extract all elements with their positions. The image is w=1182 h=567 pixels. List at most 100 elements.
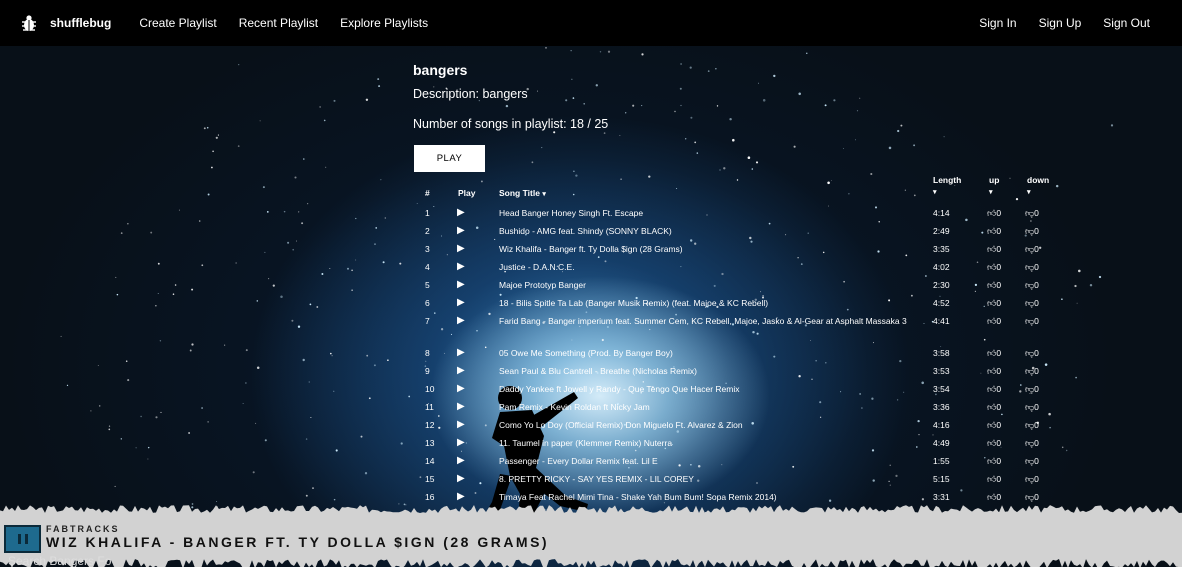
song-title: 18 - Bilis Spitle Ta Lab (Banger Musik R…: [499, 298, 769, 308]
play-playlist-button[interactable]: PLAY: [414, 145, 485, 172]
play-icon[interactable]: ▶: [457, 279, 465, 290]
header-play: Play: [458, 188, 476, 198]
play-icon[interactable]: ▶: [457, 297, 465, 308]
nav-links: Create Playlist Recent Playlist Explore …: [117, 16, 428, 30]
downvote-button[interactable]: 👎︎0: [1025, 298, 1039, 309]
downvote-button[interactable]: 👎︎0: [1025, 226, 1039, 237]
play-icon[interactable]: ▶: [457, 225, 465, 236]
upvote-button[interactable]: 👍︎0: [987, 244, 1001, 255]
downvote-button[interactable]: 👎︎0: [1025, 456, 1039, 467]
play-icon[interactable]: ▶: [457, 491, 465, 502]
upvote-count: 0: [996, 402, 1002, 412]
upvote-button[interactable]: 👍︎0: [987, 492, 1001, 503]
play-icon[interactable]: ▶: [457, 207, 465, 218]
brand[interactable]: shufflebug: [20, 14, 111, 32]
upvote-button[interactable]: 👍︎0: [987, 420, 1001, 431]
song-number: 5: [425, 280, 430, 290]
header-up[interactable]: up ▾: [989, 175, 999, 196]
song-title: Pam Remix - Kevin Roldan ft Nicky Jam: [499, 402, 650, 412]
upvote-count: 0: [996, 384, 1002, 394]
player-label: FABTRACKS: [46, 524, 120, 534]
play-icon[interactable]: ▶: [457, 401, 465, 412]
downvote-button[interactable]: 👎︎0: [1025, 384, 1039, 395]
nav-sign-out[interactable]: Sign Out: [1103, 16, 1150, 30]
thumbs-down-icon: 👎︎: [1025, 298, 1035, 308]
play-icon[interactable]: ▶: [457, 437, 465, 448]
downvote-button[interactable]: 👎︎0: [1025, 244, 1039, 255]
song-title: Majoe Prototyp Banger: [499, 280, 586, 290]
thumbs-down-icon: 👎︎: [1025, 492, 1035, 502]
play-icon[interactable]: ▶: [457, 455, 465, 466]
song-title: Bushido - AMG feat. Shindy (SONNY BLACK): [499, 226, 672, 236]
upvote-button[interactable]: 👍︎0: [987, 402, 1001, 413]
song-number: 15: [425, 474, 435, 484]
downvote-button[interactable]: 👎︎0: [1025, 348, 1039, 359]
thumbs-up-icon: 👍︎: [987, 384, 997, 394]
upvote-button[interactable]: 👍︎0: [987, 384, 1001, 395]
upvote-count: 0: [996, 226, 1002, 236]
play-icon[interactable]: ▶: [457, 243, 465, 254]
now-playing-title: WIZ KHALIFA - BANGER FT. TY DOLLA $IGN (…: [46, 534, 550, 550]
downvote-count: 0: [1034, 262, 1039, 272]
downvote-button[interactable]: 👎︎0: [1025, 316, 1039, 327]
upvote-button[interactable]: 👍︎0: [987, 298, 1001, 309]
downvote-button[interactable]: 👎︎0: [1025, 208, 1039, 219]
downvote-button[interactable]: 👎︎0: [1025, 438, 1039, 449]
upvote-button[interactable]: 👍︎0: [987, 456, 1001, 467]
thumbs-up-icon: 👍︎: [987, 420, 997, 430]
downvote-button[interactable]: 👎︎0: [1025, 492, 1039, 503]
upvote-button[interactable]: 👍︎0: [987, 474, 1001, 485]
downvote-button[interactable]: 👎︎0: [1025, 262, 1039, 273]
thumbs-down-icon: 👎︎: [1025, 366, 1035, 376]
downvote-count: 0: [1034, 474, 1039, 484]
upvote-button[interactable]: 👍︎0: [987, 280, 1001, 291]
downvote-button[interactable]: 👎︎0: [1025, 420, 1039, 431]
upvote-button[interactable]: 👍︎0: [987, 316, 1001, 327]
nav-create-playlist[interactable]: Create Playlist: [139, 16, 216, 30]
pause-button[interactable]: [4, 525, 41, 553]
song-length: 3:53: [933, 366, 950, 376]
downvote-count: 0: [1034, 402, 1039, 412]
nav-recent-playlist[interactable]: Recent Playlist: [239, 16, 318, 30]
song-number: 7: [425, 316, 430, 326]
header-number: #: [425, 188, 430, 198]
downvote-button[interactable]: 👎︎0: [1025, 366, 1039, 377]
upvote-button[interactable]: 👍︎0: [987, 208, 1001, 219]
nav-sign-up[interactable]: Sign Up: [1039, 16, 1082, 30]
nav-sign-in[interactable]: Sign In: [979, 16, 1016, 30]
thumbs-down-icon: 👎︎: [1025, 208, 1035, 218]
song-number: 4: [425, 262, 430, 272]
play-icon[interactable]: ▶: [457, 315, 465, 326]
play-icon[interactable]: ▶: [457, 261, 465, 272]
play-icon[interactable]: ▶: [457, 347, 465, 358]
play-icon[interactable]: ▶: [457, 365, 465, 376]
upvote-count: 0: [996, 366, 1002, 376]
downvote-button[interactable]: 👎︎0: [1025, 402, 1039, 413]
play-icon[interactable]: ▶: [457, 473, 465, 484]
sort-caret-icon: ▾: [989, 189, 993, 196]
pause-icon: [17, 534, 21, 544]
play-icon[interactable]: ▶: [457, 419, 465, 430]
upvote-button[interactable]: 👍︎0: [987, 226, 1001, 237]
song-title: Wiz Khalifa - Banger ft. Ty Dolla $ign (…: [499, 244, 683, 254]
upvote-button[interactable]: 👍︎0: [987, 348, 1001, 359]
thumbs-down-icon: 👎︎: [1025, 384, 1035, 394]
header-song-title[interactable]: Song Title ▾: [499, 188, 546, 198]
nav-explore-playlists[interactable]: Explore Playlists: [340, 16, 428, 30]
upvote-button[interactable]: 👍︎0: [987, 366, 1001, 377]
upvote-button[interactable]: 👍︎0: [987, 438, 1001, 449]
downvote-count: 0: [1034, 438, 1039, 448]
song-length: 4:52: [933, 298, 950, 308]
upvote-button[interactable]: 👍︎0: [987, 262, 1001, 273]
upvote-count: 0: [996, 420, 1002, 430]
thumbs-up-icon: 👍︎: [987, 208, 997, 218]
downvote-button[interactable]: 👎︎0: [1025, 280, 1039, 291]
downvote-count: 0: [1034, 348, 1039, 358]
downvote-button[interactable]: 👎︎0: [1025, 474, 1039, 485]
song-length: 4:41: [933, 316, 950, 326]
header-down[interactable]: down ▾: [1027, 175, 1049, 196]
header-length[interactable]: Length ▾: [933, 175, 961, 196]
downvote-count: 0: [1034, 280, 1039, 290]
play-icon[interactable]: ▶: [457, 383, 465, 394]
thumbs-up-icon: 👍︎: [987, 492, 997, 502]
